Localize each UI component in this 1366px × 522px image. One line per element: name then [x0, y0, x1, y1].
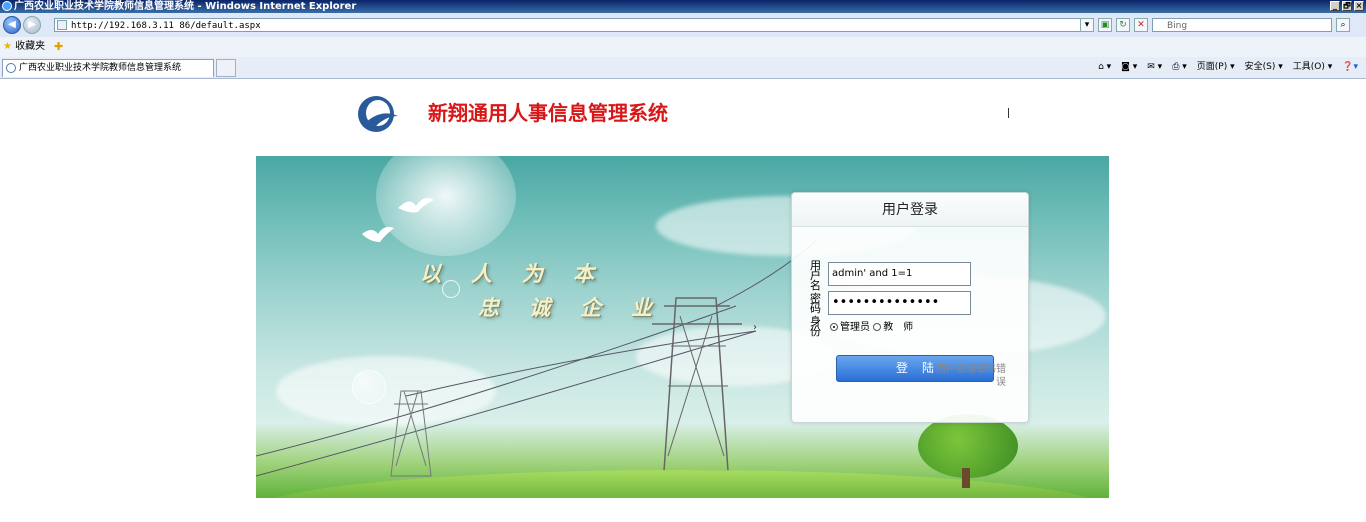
logo-icon: [358, 96, 398, 132]
favorites-button[interactable]: ★ 收藏夹: [3, 40, 45, 54]
minimize-button[interactable]: _: [1330, 1, 1340, 11]
refresh-button[interactable]: ↻: [1116, 18, 1130, 32]
print-icon[interactable]: ⎙ ▾: [1172, 60, 1187, 74]
cursor-arrow: ›: [753, 322, 757, 333]
username-label: 用户名: [810, 259, 821, 292]
address-toolbar: ◀ ▶ http://192.168.3.11 86/default.aspx …: [0, 13, 1366, 38]
bubble: [442, 280, 460, 298]
role-option-teacher[interactable]: 教 师: [873, 322, 913, 333]
back-button[interactable]: ◀: [3, 16, 21, 34]
tab-active[interactable]: 广西农业职业技术学院教师信息管理系统: [2, 59, 214, 77]
role-option-teacher-label: 教 师: [883, 322, 914, 333]
address-dropdown-button[interactable]: ▾: [1080, 18, 1094, 32]
forward-button[interactable]: ▶: [23, 16, 41, 34]
radio-admin[interactable]: [830, 323, 838, 331]
role-radio-group: 管理员 教 师: [830, 321, 913, 335]
window-controls: _ 🗗 ×: [1330, 1, 1364, 11]
command-bar: ⌂ ▾ ◙ ▾ ✉ ▾ ⎙ ▾ 页面(P) ▾ 安全(S) ▾ 工具(O) ▾ …: [1098, 60, 1358, 74]
home-icon[interactable]: ⌂ ▾: [1098, 60, 1111, 74]
restore-button[interactable]: 🗗: [1342, 1, 1352, 11]
page-menu[interactable]: 页面(P) ▾: [1197, 60, 1235, 74]
text-cursor: [1008, 108, 1009, 118]
favorites-label: 收藏夹: [15, 41, 46, 52]
password-input[interactable]: ••••••••••••••: [828, 291, 971, 315]
bubble: [352, 370, 386, 404]
close-window-button[interactable]: ×: [1354, 1, 1364, 11]
mail-icon[interactable]: ✉ ▾: [1147, 60, 1162, 74]
add-favorite-icon[interactable]: ✚: [54, 40, 63, 53]
address-input[interactable]: http://192.168.3.11 86/default.aspx: [54, 18, 1090, 32]
favorites-bar: ★ 收藏夹 ✚: [0, 37, 1366, 58]
address-url: http://192.168.3.11 86/default.aspx: [71, 21, 261, 31]
compat-view-icon[interactable]: ▣: [1098, 18, 1112, 32]
login-panel: 用户登录 用户名 admin' and 1=1 密码 •••••••••••••…: [791, 192, 1029, 423]
search-icon[interactable]: ⌕: [1336, 18, 1350, 32]
star-icon: ★: [3, 41, 12, 52]
login-title: 用户登录: [792, 193, 1028, 227]
page-icon: [57, 20, 67, 30]
password-label: 密码: [810, 292, 821, 315]
username-input[interactable]: admin' and 1=1: [828, 262, 971, 286]
stop-button[interactable]: ✕: [1134, 18, 1148, 32]
error-message: 用户名或密码错误: [936, 364, 1006, 388]
new-tab-button[interactable]: [216, 59, 236, 77]
tab-label: 广西农业职业技术学院教师信息管理系统: [19, 63, 182, 73]
window-titlebar: 广西农业职业技术学院教师信息管理系统 - Windows Internet Ex…: [0, 0, 1366, 13]
role-option-admin-label: 管理员: [840, 322, 870, 333]
system-title: 新翔通用人事信息管理系统: [428, 101, 668, 125]
tools-menu[interactable]: 工具(O) ▾: [1293, 60, 1333, 74]
ie-logo-icon: [2, 1, 12, 11]
feeds-icon[interactable]: ◙ ▾: [1121, 60, 1137, 74]
role-option-admin[interactable]: 管理员: [830, 322, 870, 333]
safety-menu[interactable]: 安全(S) ▾: [1245, 60, 1283, 74]
role-label: 身份: [810, 315, 821, 338]
loading-icon: [6, 63, 16, 73]
help-icon[interactable]: ❓▾: [1342, 60, 1358, 74]
search-input[interactable]: Bing: [1152, 18, 1332, 32]
search-placeholder: Bing: [1167, 21, 1188, 31]
radio-teacher[interactable]: [873, 323, 882, 331]
tree-trunk: [962, 468, 970, 488]
window-title: 广西农业职业技术学院教师信息管理系统 - Windows Internet Ex…: [14, 1, 357, 12]
